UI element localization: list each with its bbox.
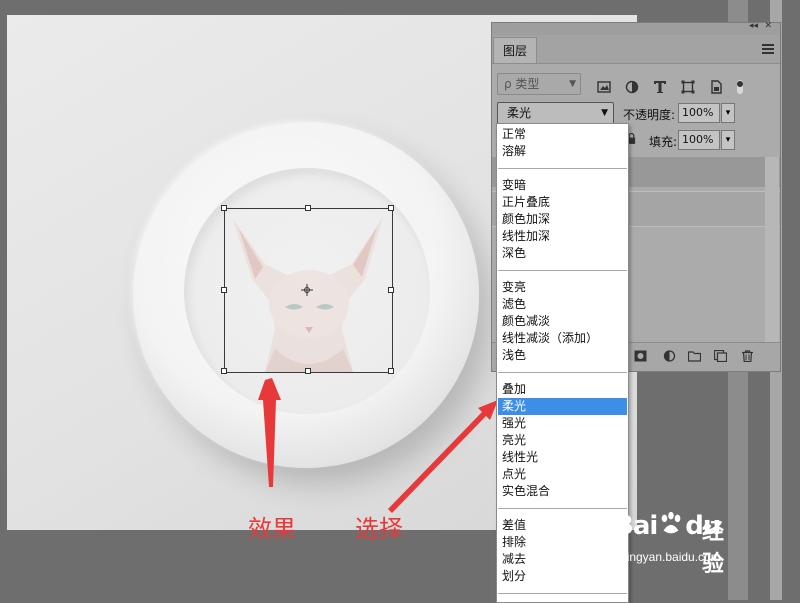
baidu-watermark: Bai du 经验 jingyan.baidu.com <box>614 510 724 577</box>
dropdown-separator <box>498 270 627 271</box>
dropdown-separator <box>498 168 627 169</box>
fill-input[interactable]: 100% <box>678 130 720 150</box>
blend-option[interactable]: 颜色加深 <box>498 211 627 228</box>
adjustment-layer-icon[interactable] <box>663 350 676 362</box>
blend-option[interactable]: 线性减淡（添加） <box>498 330 627 347</box>
transform-handle-top-center[interactable] <box>305 205 311 211</box>
blend-option[interactable]: 浅色 <box>498 347 627 364</box>
transform-bounding-box[interactable] <box>221 205 394 374</box>
blend-option[interactable]: 亮光 <box>498 432 627 449</box>
chevron-down-icon: ▼ <box>569 79 576 89</box>
chevron-down-icon: ▼ <box>601 108 608 118</box>
opacity-dropdown-button[interactable]: ▾ <box>721 103 735 123</box>
transform-handle-top-left[interactable] <box>221 205 227 211</box>
blend-option[interactable]: 正常 <box>498 126 627 143</box>
fill-label: 填充: <box>649 135 678 149</box>
blend-option[interactable]: 颜色减淡 <box>498 313 627 330</box>
panel-menu-icon[interactable] <box>762 44 774 56</box>
mask-icon[interactable] <box>634 350 647 362</box>
smart-object-filter-icon[interactable] <box>709 79 723 94</box>
blend-option[interactable]: 叠加 <box>498 381 627 398</box>
tab-layers[interactable]: 图层 <box>493 37 537 63</box>
new-layer-icon[interactable] <box>714 350 727 362</box>
blend-option[interactable]: 线性加深 <box>498 228 627 245</box>
shape-filter-icon[interactable] <box>681 80 695 94</box>
dropdown-separator <box>498 372 627 373</box>
kind-filter-label: ρ 类型 <box>504 77 540 91</box>
transform-handle-bottom-right[interactable] <box>388 368 394 374</box>
effect-annotation: 效果 <box>248 515 296 543</box>
watermark-text: 经验 <box>702 520 725 577</box>
transform-center-icon[interactable] <box>301 284 313 296</box>
select-annotation: 选择 <box>355 515 403 543</box>
blend-option[interactable]: 强光 <box>498 415 627 432</box>
blend-mode-dropdown-list[interactable]: 正常 溶解 变暗 正片叠底 颜色加深 线性加深 深色 变亮 滤色 颜色减淡 线性… <box>496 123 629 603</box>
opacity-input[interactable]: 100% <box>678 103 720 123</box>
kind-filter-select[interactable]: ρ 类型 ▼ <box>497 73 581 95</box>
transform-handle-middle-right[interactable] <box>388 287 394 293</box>
adjustment-filter-icon[interactable] <box>625 80 639 94</box>
collapse-panel-icon[interactable]: ◂◂ <box>749 21 758 31</box>
filter-icons <box>597 76 756 95</box>
dropdown-separator <box>498 508 627 509</box>
blend-option[interactable]: 变暗 <box>498 177 627 194</box>
blend-option[interactable]: 溶解 <box>498 143 627 160</box>
close-panel-icon[interactable]: ✕ <box>764 21 772 31</box>
blend-option[interactable]: 点光 <box>498 466 627 483</box>
layers-scrollbar[interactable] <box>765 157 779 357</box>
transform-handle-middle-left[interactable] <box>221 287 227 293</box>
group-folder-icon[interactable] <box>688 350 701 362</box>
panel-titlebar: ◂◂ ✕ <box>492 21 780 35</box>
blend-option[interactable]: 划分 <box>498 568 627 585</box>
blend-mode-select[interactable]: 柔光 ▼ <box>497 102 614 125</box>
blend-option[interactable]: 正片叠底 <box>498 194 627 211</box>
dropdown-separator <box>498 593 627 594</box>
blend-option[interactable]: 变亮 <box>498 279 627 296</box>
blend-option[interactable]: 实色混合 <box>498 483 627 500</box>
blend-option[interactable]: 深色 <box>498 245 627 262</box>
blend-option[interactable]: 排除 <box>498 534 627 551</box>
paw-icon <box>661 511 681 534</box>
blend-option[interactable]: 减去 <box>498 551 627 568</box>
blend-option[interactable]: 差值 <box>498 517 627 534</box>
transform-handle-top-right[interactable] <box>388 205 394 211</box>
filter-toggle-icon[interactable] <box>733 79 747 94</box>
blend-option[interactable]: 线性光 <box>498 449 627 466</box>
fill-dropdown-button[interactable]: ▾ <box>721 130 735 150</box>
transform-handle-bottom-center[interactable] <box>305 368 311 374</box>
image-filter-icon[interactable] <box>597 80 611 94</box>
trash-icon[interactable] <box>741 350 754 362</box>
opacity-label: 不透明度: <box>623 108 676 122</box>
transform-handle-bottom-left[interactable] <box>221 368 227 374</box>
watermark-url: jingyan.baidu.com <box>624 550 721 564</box>
type-filter-icon[interactable] <box>653 80 667 94</box>
blend-option[interactable]: 滤色 <box>498 296 627 313</box>
panel-tabbar: 图层 <box>492 35 780 64</box>
blend-mode-value: 柔光 <box>507 106 532 120</box>
blend-option-selected[interactable]: 柔光 <box>498 398 627 415</box>
